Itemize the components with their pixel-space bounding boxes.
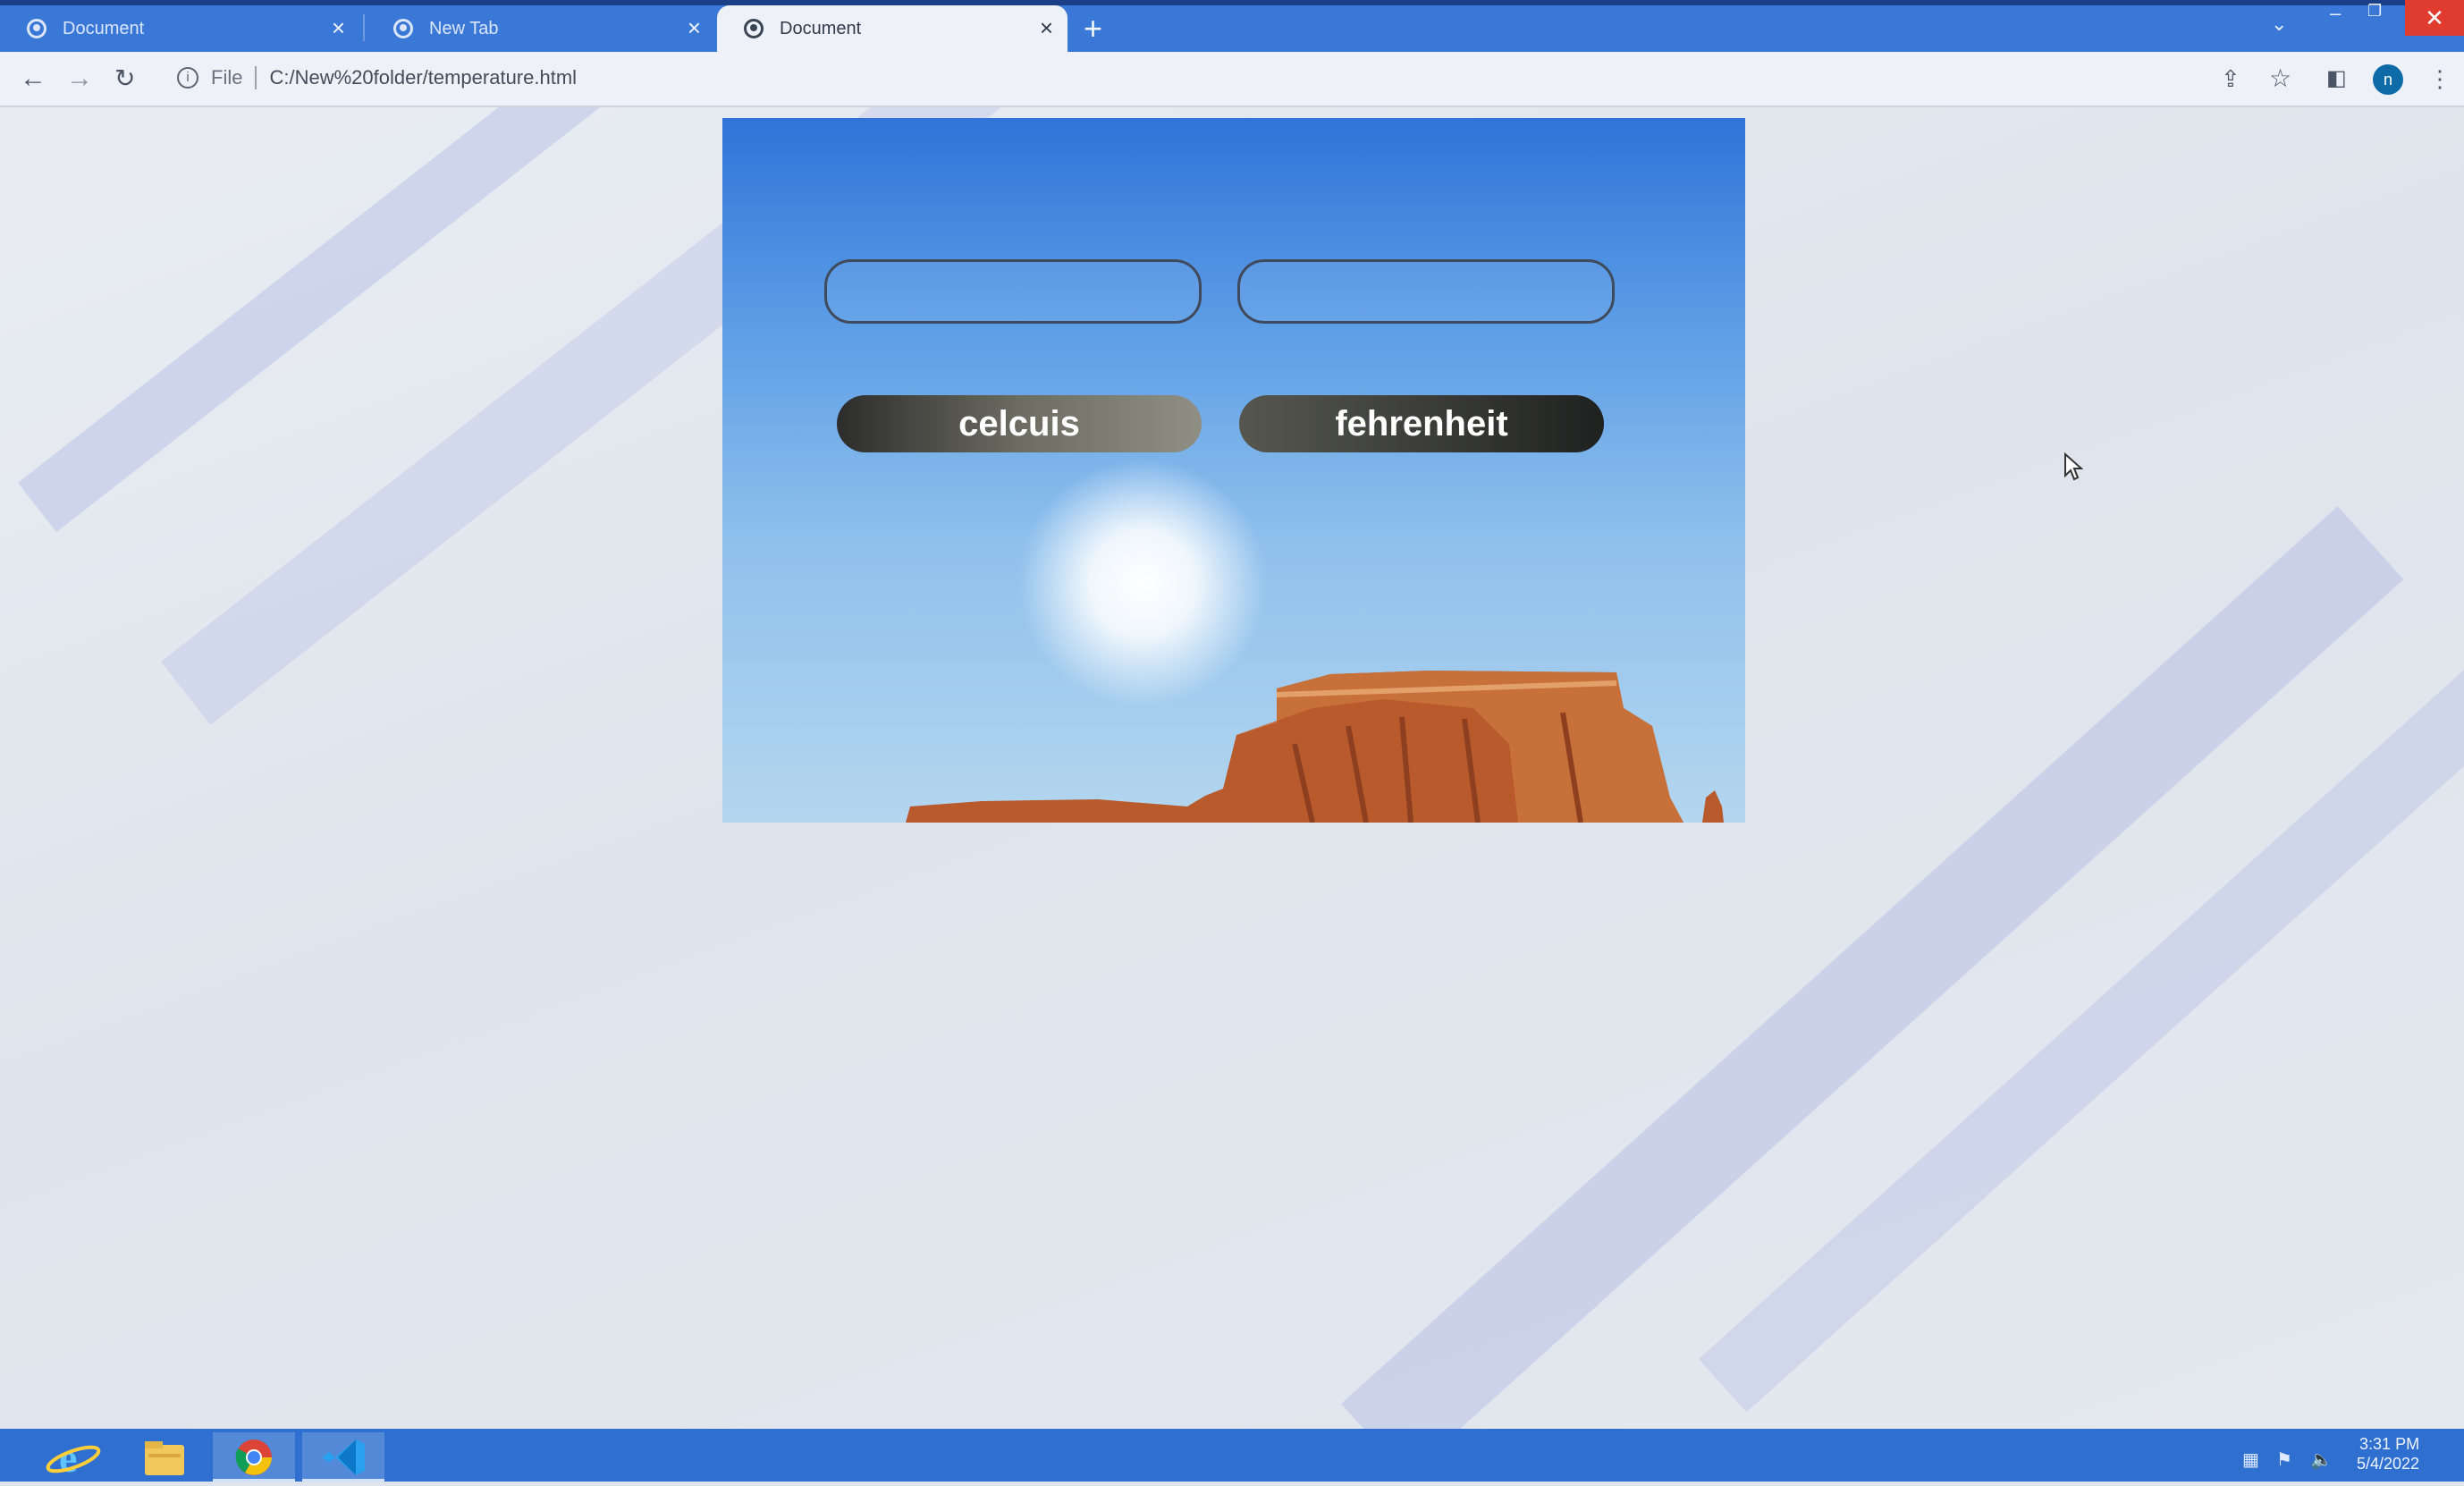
side-panel-icon[interactable]: ◧	[2326, 61, 2347, 97]
celsius-input[interactable]	[824, 259, 1202, 324]
windows-taskbar: e ▦ ⚑ 🔈 3:31 PM 5/4/2022	[0, 1429, 2464, 1482]
browser-toolbar: ← → ↻ i File C:/New%20folder/temperature…	[0, 52, 2464, 107]
file-explorer-icon[interactable]	[123, 1432, 206, 1482]
celsius-button[interactable]: celcuis	[837, 395, 1202, 452]
bookmark-star-icon[interactable]: ☆	[2269, 61, 2291, 97]
minimize-icon[interactable]: –	[2330, 2, 2341, 25]
share-icon[interactable]: ⇪	[2221, 61, 2240, 97]
action-center-flag-icon[interactable]: ⚑	[2276, 1448, 2292, 1471]
screen-glare	[18, 107, 691, 533]
chrome-tab-icon	[393, 19, 413, 38]
reload-icon[interactable]: ↻	[114, 61, 135, 97]
more-menu-icon[interactable]: ⋮	[2428, 61, 2451, 97]
page-viewport: celcuis fehrenheit	[0, 107, 2464, 1429]
fahrenheit-input[interactable]	[1237, 259, 1615, 324]
svg-text:e: e	[59, 1435, 77, 1481]
vscode-icon[interactable]	[302, 1432, 384, 1482]
tab-title: Document	[63, 18, 145, 38]
new-tab-icon[interactable]: +	[1084, 13, 1102, 45]
fahrenheit-button[interactable]: fehrenheit	[1239, 395, 1604, 452]
globe-icon	[27, 19, 46, 38]
tab-title: New Tab	[429, 18, 499, 38]
address-bar[interactable]: i File C:/New%20folder/temperature.html	[166, 57, 2196, 98]
mouse-cursor-icon	[2064, 452, 2083, 481]
close-window-icon[interactable]: ✕	[2405, 0, 2464, 36]
close-tab-icon[interactable]: ×	[332, 16, 345, 39]
info-icon[interactable]: i	[177, 67, 198, 89]
internet-explorer-icon[interactable]: e	[32, 1432, 114, 1482]
tab-separator	[363, 14, 365, 41]
tab-title: Document	[780, 18, 862, 38]
chrome-icon[interactable]	[213, 1432, 295, 1482]
tab-search-chevron-icon[interactable]: ⌄	[2271, 13, 2287, 36]
close-tab-icon[interactable]: ×	[1040, 16, 1053, 39]
tab-document-1[interactable]: Document ×	[0, 5, 359, 52]
restore-icon[interactable]: ❐	[2367, 2, 2382, 21]
desert-mesa-image	[906, 671, 1724, 823]
profile-avatar[interactable]: n	[2373, 64, 2403, 95]
address-divider	[255, 66, 257, 89]
tab-strip: Document × New Tab × Document × + ⌄ – ❐ …	[0, 0, 2464, 52]
close-tab-icon[interactable]: ×	[688, 16, 701, 39]
globe-icon	[744, 19, 764, 38]
back-arrow-icon[interactable]: ←	[20, 61, 46, 97]
forward-arrow-icon[interactable]: →	[66, 61, 93, 97]
taskbar-clock[interactable]: 3:31 PM 5/4/2022	[2357, 1434, 2419, 1473]
tab-new-tab[interactable]: New Tab ×	[367, 5, 715, 52]
converter-panel: celcuis fehrenheit	[722, 118, 1745, 823]
clock-date: 5/4/2022	[2357, 1455, 2420, 1473]
volume-icon[interactable]: 🔈	[2310, 1448, 2333, 1471]
url-text: C:/New%20folder/temperature.html	[269, 66, 578, 89]
scheme-label: File	[211, 66, 243, 89]
clock-time: 3:31 PM	[2359, 1435, 2420, 1453]
network-icon[interactable]: ▦	[2242, 1448, 2259, 1471]
tab-document-active[interactable]: Document ×	[717, 5, 1067, 52]
